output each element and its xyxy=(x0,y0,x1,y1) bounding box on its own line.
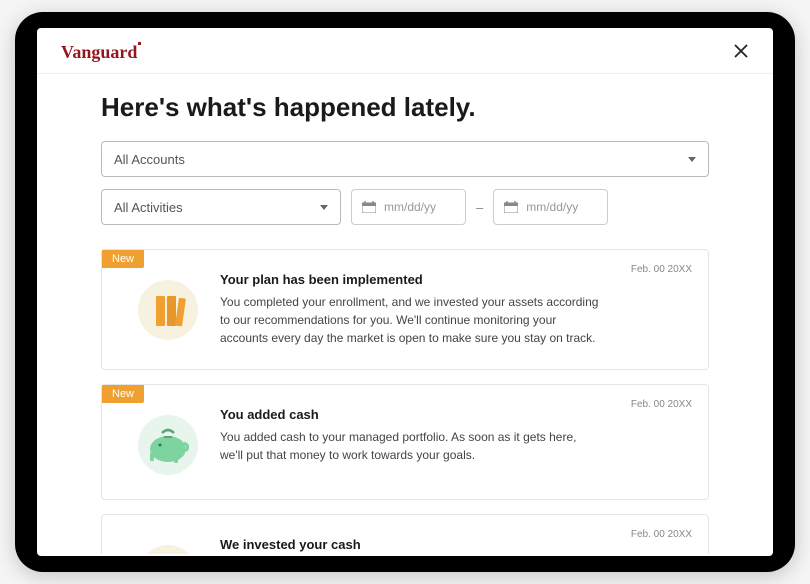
activity-description: You completed your enrollment, and we in… xyxy=(220,293,600,347)
close-icon xyxy=(733,43,749,59)
tablet-frame: Vanguard Here's what's happened lately. … xyxy=(15,12,795,572)
activity-title: We invested your cash xyxy=(220,537,600,552)
accounts-select-label: All Accounts xyxy=(114,152,185,167)
activity-body: Your plan has been implemented You compl… xyxy=(220,272,690,347)
close-button[interactable] xyxy=(733,43,749,63)
new-badge: New xyxy=(102,250,144,268)
activity-date: Feb. 00 20XX xyxy=(631,399,692,410)
accounts-select[interactable]: All Accounts xyxy=(101,141,709,177)
date-to-placeholder: mm/dd/yy xyxy=(526,200,578,214)
date-from-placeholder: mm/dd/yy xyxy=(384,200,436,214)
chevron-down-icon xyxy=(688,157,696,162)
activity-card[interactable]: New Feb. 00 20XX You added cash You adde… xyxy=(101,384,709,500)
activities-select[interactable]: All Activities xyxy=(101,189,341,225)
activity-date: Feb. 00 20XX xyxy=(631,264,692,275)
page-title: Here's what's happened lately. xyxy=(101,92,709,123)
books-icon xyxy=(136,278,200,342)
activity-body: We invested your cash xyxy=(220,537,690,554)
activity-date: Feb. 00 20XX xyxy=(631,529,692,540)
activity-card[interactable]: Feb. 00 20XX We invested your cash xyxy=(101,514,709,554)
content-area: Here's what's happened lately. All Accou… xyxy=(37,74,773,554)
calendar-icon xyxy=(362,201,376,213)
piggy-bank-icon xyxy=(136,413,200,477)
brand-logo[interactable]: Vanguard xyxy=(61,42,137,63)
activity-title: You added cash xyxy=(220,407,600,422)
filter-bar: All Accounts All Activities mm/dd/yy xyxy=(101,141,709,225)
activities-select-label: All Activities xyxy=(114,200,183,215)
activity-description: You added cash to your managed portfolio… xyxy=(220,428,600,464)
calendar-icon xyxy=(504,201,518,213)
date-range-separator: – xyxy=(476,200,483,215)
date-from-input[interactable]: mm/dd/yy xyxy=(351,189,466,225)
activity-card[interactable]: New Feb. 00 20XX Your plan has been impl… xyxy=(101,249,709,370)
header: Vanguard xyxy=(37,28,773,74)
app-screen: Vanguard Here's what's happened lately. … xyxy=(37,28,773,556)
date-to-input[interactable]: mm/dd/yy xyxy=(493,189,608,225)
new-badge: New xyxy=(102,385,144,403)
activity-body: You added cash You added cash to your ma… xyxy=(220,407,690,477)
invest-icon xyxy=(136,543,200,554)
activity-title: Your plan has been implemented xyxy=(220,272,600,287)
chevron-down-icon xyxy=(320,205,328,210)
